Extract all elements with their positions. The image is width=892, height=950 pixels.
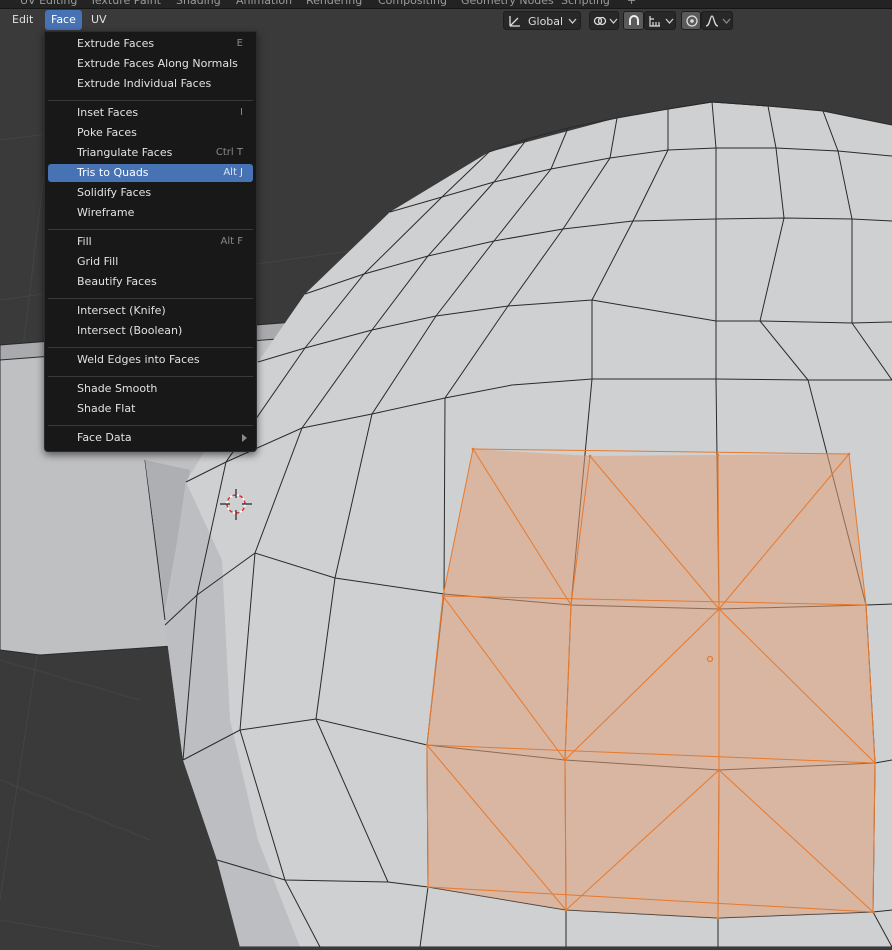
menu-item-intersect-knife[interactable]: Intersect (Knife) bbox=[48, 302, 253, 320]
menu-separator bbox=[48, 347, 253, 348]
menu-item-shade-smooth[interactable]: Shade Smooth bbox=[48, 380, 253, 398]
face-menu-dropdown: Extrude Faces E Extrude Faces Along Normal… bbox=[44, 31, 257, 452]
submenu-arrow-icon bbox=[242, 434, 247, 442]
snap-toggle[interactable] bbox=[623, 11, 644, 30]
snap-element-dropdown[interactable] bbox=[644, 11, 676, 30]
floor-grid-line bbox=[0, 779, 151, 841]
menu-item-label: Beautify Faces bbox=[77, 275, 157, 288]
menu-item-intersect-boolean[interactable]: Intersect (Boolean) bbox=[48, 322, 253, 340]
snap-increment-icon bbox=[649, 16, 660, 27]
menu-item-inset-faces[interactable]: Inset Faces I bbox=[48, 104, 253, 122]
selected-faces bbox=[427, 449, 875, 918]
selected-vertex bbox=[871, 910, 875, 914]
selected-vertex bbox=[847, 452, 851, 456]
snap-magnet-icon bbox=[629, 15, 639, 25]
menu-item-label: Face Data bbox=[77, 431, 132, 444]
menu-separator bbox=[48, 298, 253, 299]
workspace-tab[interactable]: Animation bbox=[236, 0, 292, 7]
proportional-edit-icon bbox=[686, 15, 698, 27]
floor-grid-line bbox=[0, 919, 161, 948]
chevron-down-icon bbox=[609, 18, 618, 24]
workspace-tab[interactable]: Compositing bbox=[378, 0, 447, 7]
falloff-curve-icon bbox=[705, 15, 719, 27]
proportional-edit-toggle[interactable] bbox=[681, 11, 701, 30]
menu-item-label: Grid Fill bbox=[77, 255, 119, 268]
menu-item-label: Extrude Individual Faces bbox=[77, 77, 212, 90]
selected-vertex bbox=[716, 453, 720, 457]
workspace-tab[interactable]: Shading bbox=[176, 0, 221, 7]
menu-item-extrude-individual-faces[interactable]: Extrude Individual Faces bbox=[48, 75, 253, 93]
menu-item-fill[interactable]: Fill Alt F bbox=[48, 233, 253, 251]
selected-vertex bbox=[426, 885, 430, 889]
menu-item-label: Tris to Quads bbox=[77, 166, 149, 179]
selected-vertex bbox=[441, 594, 445, 598]
menu-item-label: Intersect (Knife) bbox=[77, 304, 166, 317]
proportional-falloff-dropdown[interactable] bbox=[701, 11, 733, 30]
chevron-down-icon bbox=[722, 18, 731, 24]
menu-item-label: Triangulate Faces bbox=[77, 146, 173, 159]
menu-item-shortcut: Ctrl T bbox=[215, 147, 243, 158]
menu-item-weld-edges-into-faces[interactable]: Weld Edges into Faces bbox=[48, 351, 253, 369]
menu-item-poke-faces[interactable]: Poke Faces bbox=[48, 124, 253, 142]
menu-separator bbox=[48, 376, 253, 377]
workspace-tab[interactable]: + bbox=[627, 0, 636, 7]
menu-separator bbox=[48, 100, 253, 101]
menu-item-shortcut: Alt F bbox=[220, 236, 243, 247]
selected-vertex bbox=[717, 768, 721, 772]
menu-item-label: Solidify Faces bbox=[77, 186, 152, 199]
menu-item-label: Wireframe bbox=[77, 206, 135, 219]
selected-vertex bbox=[716, 916, 720, 920]
menu-item-extrude-faces-along-normals[interactable]: Extrude Faces Along Normals bbox=[48, 55, 253, 73]
menu-item-label: Extrude Faces Along Normals bbox=[77, 57, 238, 70]
selected-vertex bbox=[588, 454, 592, 458]
chevron-down-icon bbox=[665, 18, 674, 24]
menu-item-grid-fill[interactable]: Grid Fill bbox=[48, 253, 253, 271]
menu-item-wireframe[interactable]: Wireframe bbox=[48, 204, 253, 222]
pivot-link-icon bbox=[593, 16, 607, 26]
uv-menu[interactable]: UV bbox=[85, 10, 113, 30]
selected-vertex bbox=[564, 908, 568, 912]
menu-item-tris-to-quads[interactable]: Tris to Quads Alt J bbox=[48, 164, 253, 182]
transform-orientation-value: Global bbox=[528, 15, 564, 28]
menu-item-beautify-faces[interactable]: Beautify Faces bbox=[48, 273, 253, 291]
menu-item-shortcut: Alt J bbox=[223, 167, 243, 178]
menu-item-label: Weld Edges into Faces bbox=[77, 353, 200, 366]
menu-item-label: Extrude Faces bbox=[77, 37, 155, 50]
menu-item-shortcut: I bbox=[240, 107, 243, 118]
workspace-tab[interactable]: Scripting bbox=[561, 0, 610, 7]
menu-item-extrude-faces[interactable]: Extrude Faces E bbox=[48, 35, 253, 53]
selected-vertex bbox=[471, 447, 475, 451]
selected-vertex bbox=[873, 761, 877, 765]
edit-menu[interactable]: Edit bbox=[6, 10, 39, 30]
selected-vertex bbox=[864, 603, 868, 607]
selected-vertex bbox=[563, 758, 567, 762]
workspace-tab[interactable]: Texture Paint bbox=[90, 0, 161, 7]
menu-separator bbox=[48, 229, 253, 230]
viewport-header: Edit Face UV Global bbox=[0, 8, 892, 32]
pivot-point-dropdown[interactable] bbox=[589, 11, 619, 30]
selected-vertex bbox=[717, 607, 721, 611]
floor-grid-line bbox=[0, 659, 141, 701]
transform-orientation-dropdown[interactable]: Global bbox=[503, 11, 581, 30]
menu-item-face-data[interactable]: Face Data bbox=[48, 429, 253, 447]
menu-item-triangulate-faces[interactable]: Triangulate Faces Ctrl T bbox=[48, 144, 253, 162]
menu-item-shade-flat[interactable]: Shade Flat bbox=[48, 400, 253, 418]
workspace-tab[interactable]: Rendering bbox=[306, 0, 362, 7]
chevron-down-icon bbox=[568, 18, 577, 24]
menu-item-label: Intersect (Boolean) bbox=[77, 324, 183, 337]
menu-item-label: Shade Smooth bbox=[77, 382, 158, 395]
face-menu[interactable]: Face bbox=[45, 10, 82, 30]
menu-item-label: Shade Flat bbox=[77, 402, 136, 415]
selected-vertex bbox=[569, 603, 573, 607]
workspace-tab[interactable]: UV Editing bbox=[20, 0, 77, 7]
transform-orientation-icon bbox=[509, 16, 520, 27]
menu-item-shortcut: E bbox=[236, 38, 243, 49]
menu-item-label: Poke Faces bbox=[77, 126, 137, 139]
menu-item-label: Inset Faces bbox=[77, 106, 139, 119]
selected-vertex bbox=[425, 743, 429, 747]
menu-separator bbox=[48, 425, 253, 426]
menu-item-solidify-faces[interactable]: Solidify Faces bbox=[48, 184, 253, 202]
menu-item-label: Fill bbox=[77, 235, 92, 248]
workspace-tab[interactable]: Geometry Nodes bbox=[461, 0, 554, 7]
